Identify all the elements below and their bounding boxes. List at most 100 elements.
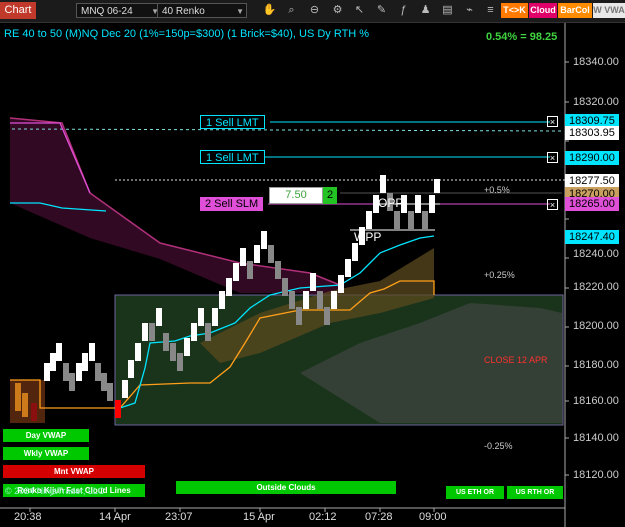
time-label: 15 Apr [243,511,275,523]
close-icon[interactable]: × [547,199,558,210]
price-label: 18160.00 [573,395,619,407]
chart-panel[interactable]: RE 40 to 50 (M)NQ Dec 20 (1%=150p=$300) … [0,23,625,527]
wpp-label: WPP [354,230,382,244]
pct-summary: 0.54% = 98.25 [486,31,558,43]
outside-clouds-button[interactable]: Outside Clouds [176,481,396,494]
close-icon[interactable]: × [547,152,558,163]
brick-white [219,291,225,309]
brick-white [352,243,358,261]
slm-price-box[interactable]: 7.50 [269,187,323,204]
brick-grey [317,291,323,309]
instrument-selector[interactable]: MNQ 06-24 ▼ [76,3,162,18]
copyright-text: © 2024 NinjaTrader, LLC [5,486,105,496]
close-icon[interactable]: × [547,116,558,127]
brick-white [254,245,260,263]
brick-white [44,363,50,381]
price-label: 18240.00 [573,248,619,260]
brick-white [76,363,82,381]
wkly-vwap-button[interactable]: Wkly VWAP [3,447,89,460]
sell-lmt-order-2[interactable]: 1 Sell LMT [200,150,265,164]
brick-white [56,343,62,361]
us-rth-or-button[interactable]: US RTH OR [507,486,563,499]
brick-white [338,275,344,293]
mnt-vwap-button[interactable]: Mnt VWAP [3,465,145,478]
brick-white [212,308,218,326]
brick-white [198,308,204,326]
time-label: 23:07 [165,511,193,523]
chart-toolbar: Chart MNQ 06-24 ▼ 40 Renko ▼ ✋ ⌕ ⊖ ⚙ ↖ ✎ ƒ… [0,0,625,23]
price-label: 18320.00 [573,96,619,108]
bar-type-value: 40 Renko [162,6,205,17]
barcol-toggle-button[interactable]: BarCol [558,3,592,18]
brick-grey [163,333,169,351]
brick-orange-2 [22,393,28,417]
time-label: 20:38 [14,511,42,523]
strategy-icon[interactable]: ♟ [418,3,433,18]
price-tag-last: 18277.50 [565,174,619,188]
brick-white [331,291,337,309]
brick-white [142,323,148,341]
brick-red-1 [31,403,37,421]
brick-white [310,273,316,291]
chart-tab[interactable]: Chart [0,2,36,19]
brick-grey [422,211,428,229]
brick-white [415,195,421,213]
brick-grey [324,307,330,325]
time-label: 02:12 [309,511,337,523]
magnifier-minus-icon[interactable]: ⊖ [307,3,322,18]
brick-grey [63,363,69,381]
bar-type-selector[interactable]: 40 Renko ▼ [157,3,247,18]
chart-properties-icon[interactable]: ⚙ [330,3,345,18]
brick-white [240,248,246,266]
price-tag-sell-lmt-2: 18290.00 [565,151,619,165]
brick-grey [247,261,253,279]
brick-grey [170,343,176,361]
brick-white [82,353,88,371]
attach-icon[interactable]: ⌁ [462,3,477,18]
brick-white [184,338,190,356]
time-label: 14 Apr [99,511,131,523]
cloud-toggle-button[interactable]: Cloud [529,3,557,18]
price-tag-sell-slm: 18265.00 [565,197,619,211]
us-eth-or-button[interactable]: US ETH OR [446,486,504,499]
brick-red-2 [115,400,121,418]
tk-toggle-button[interactable]: T<>K [501,3,528,18]
brick-orange-1 [15,383,21,411]
sell-lmt-order-1[interactable]: 1 Sell LMT [200,115,265,129]
brick-white [191,323,197,341]
draw-tools-icon[interactable]: ✎ [374,3,389,18]
cursor-icon[interactable]: ↖ [352,3,367,18]
brick-grey [296,307,302,325]
day-vwap-button[interactable]: Day VWAP [3,429,89,442]
brick-grey [107,383,113,401]
price-label: 18220.00 [573,281,619,293]
price-label: 18120.00 [573,469,619,481]
instrument-value: MNQ 06-24 [81,6,133,17]
slm-quantity-box[interactable]: 2 [323,187,337,204]
brick-white [226,278,232,296]
brick-grey [289,291,295,309]
brick-white [429,195,435,213]
pct-plus-05-label: +0.5% [484,185,510,195]
brick-grey [282,278,288,296]
sell-slm-order[interactable]: 2 Sell SLM [200,197,264,211]
opp-label: OPP [378,196,404,210]
brick-grey [101,373,107,391]
brick-white [156,308,162,326]
brick-white [261,231,267,249]
pct-plus-025-label: +0.25% [484,270,515,280]
brick-white [366,211,372,229]
brick-grey [205,323,211,341]
brick-white [303,291,309,309]
price-chart-canvas [0,23,569,527]
price-tag-kijun: 18247.40 [565,230,619,244]
brick-grey [95,363,101,381]
chart-title: RE 40 to 50 (M)NQ Dec 20 (1%=150p=$300) … [4,28,370,40]
brick-white [233,263,239,281]
indicator-icon[interactable]: ƒ [396,3,411,18]
dom-icon[interactable]: ≡ [483,3,498,18]
template-icon[interactable]: ▤ [440,3,455,18]
vwap-toggle-button[interactable]: W VWA [593,3,625,18]
hand-icon[interactable]: ✋ [262,3,277,18]
magnifier-icon[interactable]: ⌕ [284,3,299,18]
